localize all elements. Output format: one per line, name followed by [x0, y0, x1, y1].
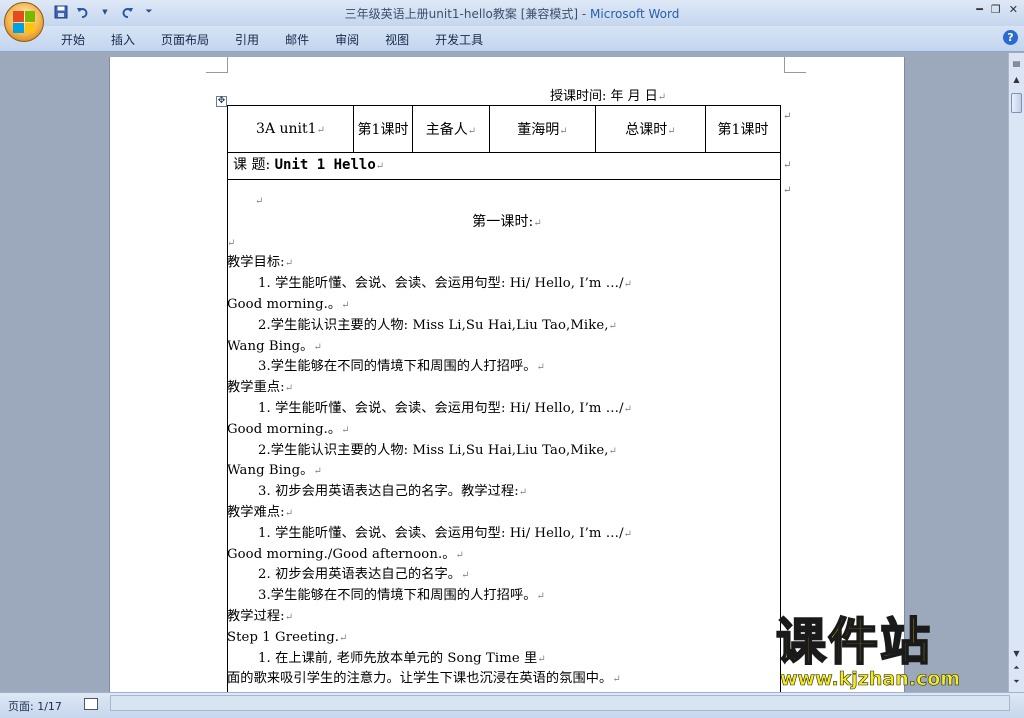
date-line-text: 授课时间: 年 月 日	[550, 89, 658, 104]
macro-record-icon[interactable]	[84, 698, 98, 710]
window-controls: ━ ❐ ✕	[976, 3, 1018, 16]
restore-icon[interactable]: ❐	[991, 3, 1001, 16]
text-line: 教学目标:↵	[227, 255, 294, 271]
title-bar: ▼ ⏷ 三年级英语上册unit1-hello教案 [兼容模式] - Micros…	[0, 0, 1024, 26]
tab-mailings[interactable]: 邮件	[272, 31, 322, 49]
vertical-scrollbar[interactable]: ▤ ▲ ▼ ⏶ ⏷	[1008, 53, 1024, 692]
text-line: Wang Bing。↵	[227, 338, 322, 354]
blank-line: ↵	[227, 237, 236, 249]
text-line: 面的歌来吸引学生的注意力。让学生下课也沉浸在英语的氛围中。↵	[227, 671, 621, 687]
tab-insert[interactable]: 插入	[98, 31, 148, 49]
text-line: Good morning.。↵	[227, 421, 350, 437]
crop-mark-left	[206, 57, 228, 73]
table-cell[interactable]: 总课时↵	[595, 105, 706, 153]
tab-home[interactable]: 开始	[48, 31, 98, 49]
table-row: 3A unit1↵ 第1课时 主备人↵ 董海明↵ 总课时↵ 第1课时	[227, 105, 781, 153]
text-line: Good morning.。↵	[227, 296, 350, 312]
page-count[interactable]: 页面: 1/17	[8, 698, 62, 714]
horizontal-scrollbar[interactable]	[110, 695, 1010, 711]
text-line: 教学难点:↵	[227, 504, 294, 520]
text-line: 1. 学生能听懂、会说、会读、会运用句型: Hi/ Hello, I’m …/↵	[258, 276, 633, 292]
cell-text: 主备人	[425, 122, 468, 138]
tab-page-layout[interactable]: 页面布局	[148, 31, 222, 49]
text-line: 1. 在上课前, 老师先放本单元的 Song Time 里↵	[258, 650, 546, 666]
watermark: 课件站 www.kjzhan.com	[775, 613, 1006, 694]
text-line: 3.学生能够在不同的情境下和周围的人打招呼。↵	[258, 588, 546, 604]
cell-text: 第1课时	[357, 122, 409, 138]
watermark-brand: 课件站	[775, 613, 932, 671]
text-line: Good morning./Good afternoon.。↵	[227, 546, 465, 562]
cell-text: 3A unit1	[256, 121, 317, 137]
status-bar: 页面: 1/17	[0, 692, 1024, 718]
topic-label: 课 题:	[233, 157, 271, 173]
row-end-mark: ↵	[783, 160, 792, 171]
text-line: 2. 初步会用英语表达自己的名字。↵	[258, 567, 470, 583]
crop-mark-right	[784, 57, 806, 73]
text-line: 3. 初步会用英语表达自己的名字。教学过程:↵	[258, 484, 528, 500]
blank-line: ↵	[255, 196, 264, 207]
table-cell[interactable]: 3A unit1↵	[227, 105, 354, 153]
cell-text: 董海明	[517, 122, 560, 138]
ribbon: 开始 插入 页面布局 引用 邮件 审阅 视图 开发工具 ?	[0, 26, 1024, 52]
help-icon[interactable]: ?	[1003, 30, 1018, 45]
table-cell[interactable]: 董海明↵	[489, 105, 596, 153]
app-name: Microsoft Word	[590, 7, 680, 21]
cell-text: 总课时	[625, 122, 668, 138]
table-cell[interactable]: 第1课时	[353, 105, 413, 153]
text-line: 2.学生能认识主要的人物: Miss Li,Su Hai,Liu Tao,Mik…	[258, 317, 618, 333]
ruler-toggle-icon[interactable]: ▤	[1010, 57, 1023, 70]
document-page[interactable]: 授课时间: 年 月 日↵ ✥ 3A unit1↵ 第1课时 主备人↵ 董海明↵ …	[110, 57, 904, 692]
close-icon[interactable]: ✕	[1009, 3, 1018, 16]
watermark-url: www.kjzhan.com	[780, 668, 961, 691]
title-separator: -	[578, 7, 591, 21]
topic-value: Unit 1 Hello	[274, 157, 376, 173]
header-table: 3A unit1↵ 第1课时 主备人↵ 董海明↵ 总课时↵ 第1课时	[227, 105, 781, 153]
tab-developer[interactable]: 开发工具	[422, 31, 496, 49]
tab-review[interactable]: 审阅	[322, 31, 372, 49]
tab-references[interactable]: 引用	[222, 31, 272, 49]
office-button[interactable]	[4, 2, 44, 42]
tab-view[interactable]: 视图	[372, 31, 422, 49]
row-end-mark: ↵	[783, 111, 792, 122]
window-title: 三年级英语上册unit1-hello教案 [兼容模式] - Microsoft …	[0, 5, 1024, 22]
table-cell[interactable]: 主备人↵	[412, 105, 490, 153]
document-title: 三年级英语上册unit1-hello教案 [兼容模式]	[344, 7, 579, 21]
office-logo-icon	[13, 11, 35, 33]
cell-text: 第1课时	[717, 122, 769, 138]
minimize-icon[interactable]: ━	[976, 3, 983, 16]
text-line: 1. 学生能听懂、会说、会读、会运用句型: Hi/ Hello, I’m …/↵	[258, 525, 633, 541]
scroll-down-icon[interactable]: ▼	[1010, 647, 1023, 660]
table-move-handle-icon[interactable]: ✥	[216, 96, 227, 107]
lesson-title: 第一课时:↵	[472, 213, 542, 230]
scroll-up-icon[interactable]: ▲	[1010, 73, 1023, 86]
topic-row[interactable]: 课 题: Unit 1 Hello↵	[227, 152, 781, 180]
text-line: 1. 学生能听懂、会说、会读、会运用句型: Hi/ Hello, I’m …/↵	[258, 400, 633, 416]
ribbon-tabs: 开始 插入 页面布局 引用 邮件 审阅 视图 开发工具	[48, 31, 496, 49]
lesson-content: ↵ 第一课时:↵ ↵ 教学目标:↵ 1. 学生能听懂、会说、会读、会运用句型: …	[227, 191, 787, 690]
text-line: 教学过程:↵	[227, 608, 294, 624]
document-workspace: 授课时间: 年 月 日↵ ✥ 3A unit1↵ 第1课时 主备人↵ 董海明↵ …	[0, 53, 1008, 692]
next-page-icon[interactable]: ⏷	[1010, 675, 1023, 688]
date-line: 授课时间: 年 月 日↵	[550, 89, 667, 104]
text-line: Wang Bing。↵	[227, 463, 322, 479]
text-line: Step 1 Greeting.↵	[227, 629, 348, 645]
scrollbar-thumb[interactable]	[1011, 93, 1022, 113]
table-cell[interactable]: 第1课时	[705, 105, 781, 153]
previous-page-icon[interactable]: ⏶	[1010, 661, 1023, 674]
text-line: 2.学生能认识主要的人物: Miss Li,Su Hai,Liu Tao,Mik…	[258, 442, 618, 458]
text-line: 3.学生能够在不同的情境下和周围的人打招呼。↵	[258, 359, 546, 375]
text-line: 教学重点:↵	[227, 380, 294, 396]
